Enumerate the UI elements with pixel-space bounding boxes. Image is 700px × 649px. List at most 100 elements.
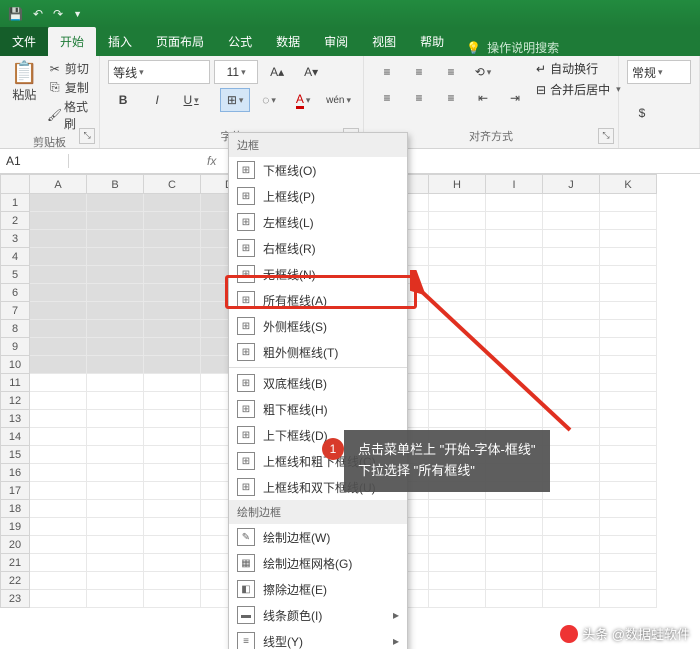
cell[interactable] xyxy=(543,320,600,338)
cell[interactable] xyxy=(87,482,144,500)
row-header[interactable]: 8 xyxy=(0,320,30,338)
tab-data[interactable]: 数据 xyxy=(264,27,312,56)
cell[interactable] xyxy=(486,500,543,518)
cell[interactable] xyxy=(30,410,87,428)
cell[interactable] xyxy=(600,392,657,410)
border-menu-item[interactable]: ⊞右框线(R) xyxy=(229,235,407,261)
cell[interactable] xyxy=(30,194,87,212)
paste-button[interactable]: 📋 粘贴 xyxy=(8,60,41,132)
cell[interactable] xyxy=(543,554,600,572)
cell[interactable] xyxy=(486,374,543,392)
cell[interactable] xyxy=(486,248,543,266)
cell[interactable] xyxy=(543,590,600,608)
cell[interactable] xyxy=(87,536,144,554)
cell[interactable] xyxy=(30,248,87,266)
col-header[interactable]: A xyxy=(30,174,87,194)
border-menu-item[interactable]: ▬线条颜色(I) xyxy=(229,602,407,628)
cell[interactable] xyxy=(429,266,486,284)
row-header[interactable]: 12 xyxy=(0,392,30,410)
fill-color-button[interactable]: ◌ xyxy=(254,88,284,112)
cell[interactable] xyxy=(87,518,144,536)
currency-button[interactable]: $ xyxy=(627,101,657,125)
font-size-combo[interactable]: 11 xyxy=(214,60,258,84)
cell[interactable] xyxy=(87,590,144,608)
row-header[interactable]: 9 xyxy=(0,338,30,356)
border-menu-item[interactable]: ⊞无框线(N) xyxy=(229,261,407,287)
cell[interactable] xyxy=(486,320,543,338)
cell[interactable] xyxy=(486,518,543,536)
cell[interactable] xyxy=(30,338,87,356)
indent-inc-button[interactable]: ⇥ xyxy=(500,86,530,110)
cell[interactable] xyxy=(429,212,486,230)
cell[interactable] xyxy=(144,482,201,500)
cell[interactable] xyxy=(144,248,201,266)
cell[interactable] xyxy=(543,392,600,410)
cell[interactable] xyxy=(486,194,543,212)
cell[interactable] xyxy=(144,536,201,554)
border-menu-item[interactable]: ⊞下框线(O) xyxy=(229,157,407,183)
cell[interactable] xyxy=(87,338,144,356)
font-color-button[interactable]: A xyxy=(288,88,318,112)
cell[interactable] xyxy=(30,320,87,338)
name-box[interactable]: A1 xyxy=(0,154,69,168)
align-top-button[interactable]: ≡ xyxy=(372,60,402,84)
cell[interactable] xyxy=(600,500,657,518)
increase-font-button[interactable]: A▴ xyxy=(262,60,292,84)
cell[interactable] xyxy=(486,266,543,284)
cell[interactable] xyxy=(600,482,657,500)
cell[interactable] xyxy=(429,230,486,248)
align-middle-button[interactable]: ≡ xyxy=(404,60,434,84)
cell[interactable] xyxy=(600,230,657,248)
cell[interactable] xyxy=(30,374,87,392)
cell[interactable] xyxy=(543,302,600,320)
border-menu-item[interactable]: ⊞上框线(P) xyxy=(229,183,407,209)
cell[interactable] xyxy=(486,590,543,608)
cell[interactable] xyxy=(30,428,87,446)
row-header[interactable]: 20 xyxy=(0,536,30,554)
cell[interactable] xyxy=(543,482,600,500)
col-header[interactable]: B xyxy=(87,174,144,194)
cell[interactable] xyxy=(543,284,600,302)
select-all-corner[interactable] xyxy=(0,174,30,194)
cell[interactable] xyxy=(30,572,87,590)
cell[interactable] xyxy=(543,356,600,374)
cell[interactable] xyxy=(429,572,486,590)
border-menu-item[interactable]: ⊞粗下框线(H) xyxy=(229,396,407,422)
tab-formula[interactable]: 公式 xyxy=(216,27,264,56)
cell[interactable] xyxy=(600,554,657,572)
cell[interactable] xyxy=(486,392,543,410)
cell[interactable] xyxy=(144,320,201,338)
cell[interactable] xyxy=(144,446,201,464)
decrease-font-button[interactable]: A▾ xyxy=(296,60,326,84)
cell[interactable] xyxy=(543,230,600,248)
underline-button[interactable]: U xyxy=(176,88,206,112)
cell[interactable] xyxy=(87,572,144,590)
cell[interactable] xyxy=(600,320,657,338)
row-header[interactable]: 6 xyxy=(0,284,30,302)
cell[interactable] xyxy=(600,284,657,302)
cell[interactable] xyxy=(600,248,657,266)
copy-button[interactable]: ⎘复制 xyxy=(47,79,91,96)
row-header[interactable]: 14 xyxy=(0,428,30,446)
cell[interactable] xyxy=(87,230,144,248)
cell[interactable] xyxy=(87,194,144,212)
cell[interactable] xyxy=(30,500,87,518)
border-menu-item[interactable]: ≡线型(Y) xyxy=(229,628,407,649)
cell[interactable] xyxy=(486,356,543,374)
cell[interactable] xyxy=(144,590,201,608)
font-name-combo[interactable]: 等线 xyxy=(108,60,210,84)
align-center-button[interactable]: ≡ xyxy=(404,86,434,110)
cell[interactable] xyxy=(30,302,87,320)
tab-review[interactable]: 审阅 xyxy=(312,27,360,56)
align-bottom-button[interactable]: ≡ xyxy=(436,60,466,84)
border-menu-item[interactable]: ◧擦除边框(E) xyxy=(229,576,407,602)
cell[interactable] xyxy=(144,500,201,518)
border-button[interactable]: ⊞ xyxy=(220,88,250,112)
cell[interactable] xyxy=(87,374,144,392)
cell[interactable] xyxy=(30,518,87,536)
cell[interactable] xyxy=(600,302,657,320)
cell[interactable] xyxy=(600,572,657,590)
cell[interactable] xyxy=(429,320,486,338)
cell[interactable] xyxy=(429,410,486,428)
tab-layout[interactable]: 页面布局 xyxy=(144,27,216,56)
